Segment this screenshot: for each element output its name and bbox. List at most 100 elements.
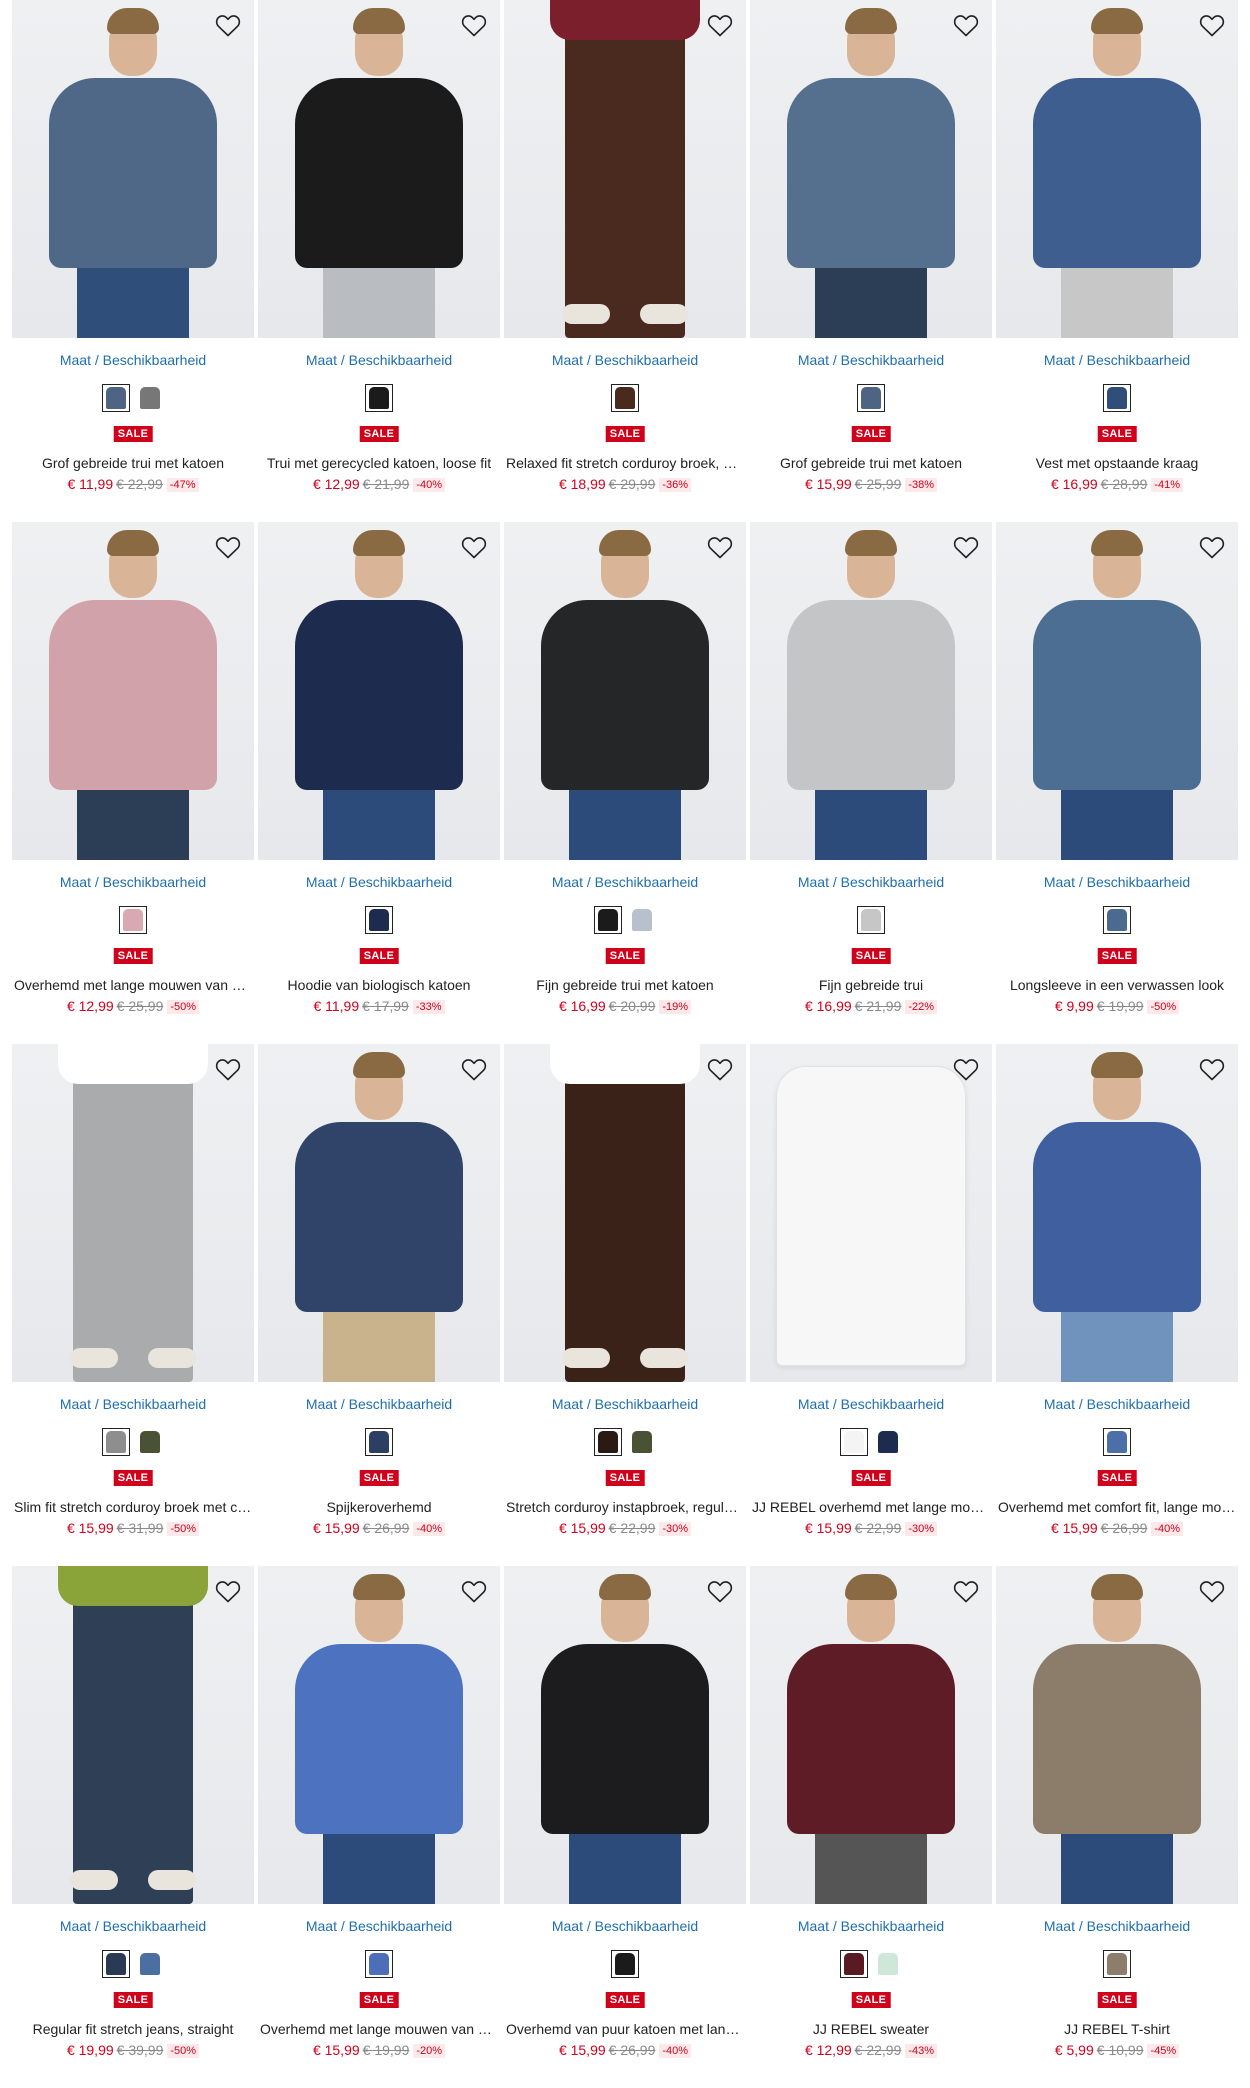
- product-card[interactable]: Maat / Beschikbaarheid SALE Overhemd met c…: [996, 1044, 1238, 1566]
- color-swatch[interactable]: [1103, 906, 1131, 934]
- product-card[interactable]: Maat / Beschikbaarheid SALE Overhemd met l…: [258, 1566, 500, 2088]
- product-card[interactable]: Maat / Beschikbaarheid SALE Grof gebreide …: [750, 0, 992, 522]
- size-availability-link[interactable]: Maat / Beschikbaarheid: [504, 1918, 746, 1934]
- product-card[interactable]: Maat / Beschikbaarheid SALE Relaxed fit st…: [504, 0, 746, 522]
- product-title[interactable]: Relaxed fit stretch corduroy broek, stra…: [504, 455, 746, 471]
- color-swatch[interactable]: [628, 906, 656, 934]
- product-title[interactable]: Overhemd van puur katoen met lange mouwe…: [504, 2021, 746, 2037]
- product-image[interactable]: [750, 0, 992, 338]
- product-card[interactable]: Maat / Beschikbaarheid SALE Overhemd met l…: [12, 522, 254, 1044]
- color-swatch[interactable]: [102, 1428, 130, 1456]
- size-availability-link[interactable]: Maat / Beschikbaarheid: [258, 874, 500, 890]
- product-title[interactable]: Trui met gerecycled katoen, loose fit: [258, 455, 500, 471]
- wishlist-heart-icon[interactable]: [704, 1054, 736, 1086]
- product-image[interactable]: [750, 1044, 992, 1382]
- wishlist-heart-icon[interactable]: [1196, 1054, 1228, 1086]
- size-availability-link[interactable]: Maat / Beschikbaarheid: [504, 352, 746, 368]
- product-card[interactable]: Maat / Beschikbaarheid SALE Regular fit st…: [12, 1566, 254, 2088]
- color-swatch[interactable]: [136, 1950, 164, 1978]
- product-title[interactable]: Grof gebreide trui met katoen: [750, 455, 992, 471]
- product-title[interactable]: Overhemd met comfort fit, lange mouwen: [996, 1499, 1238, 1515]
- product-image[interactable]: [750, 1566, 992, 1904]
- product-card[interactable]: Maat / Beschikbaarheid SALE Spijkeroverhem…: [258, 1044, 500, 1566]
- product-image[interactable]: [996, 0, 1238, 338]
- color-swatch[interactable]: [136, 384, 164, 412]
- color-swatch[interactable]: [874, 1950, 902, 1978]
- size-availability-link[interactable]: Maat / Beschikbaarheid: [258, 1396, 500, 1412]
- color-swatch[interactable]: [840, 1428, 868, 1456]
- size-availability-link[interactable]: Maat / Beschikbaarheid: [996, 1918, 1238, 1934]
- product-title[interactable]: Hoodie van biologisch katoen: [258, 977, 500, 993]
- wishlist-heart-icon[interactable]: [1196, 10, 1228, 42]
- color-swatch[interactable]: [874, 1428, 902, 1456]
- color-swatch[interactable]: [102, 1950, 130, 1978]
- product-card[interactable]: Maat / Beschikbaarheid SALE JJ REBEL sweat…: [750, 1566, 992, 2088]
- product-image[interactable]: [504, 1044, 746, 1382]
- product-card[interactable]: Maat / Beschikbaarheid SALE Fijn gebreide …: [750, 522, 992, 1044]
- wishlist-heart-icon[interactable]: [704, 10, 736, 42]
- product-card[interactable]: Maat / Beschikbaarheid SALE Longsleeve in …: [996, 522, 1238, 1044]
- product-image[interactable]: [504, 522, 746, 860]
- wishlist-heart-icon[interactable]: [950, 10, 982, 42]
- color-swatch[interactable]: [1103, 1950, 1131, 1978]
- size-availability-link[interactable]: Maat / Beschikbaarheid: [12, 1918, 254, 1934]
- size-availability-link[interactable]: Maat / Beschikbaarheid: [750, 874, 992, 890]
- product-title[interactable]: Overhemd met lange mouwen van katoen: [12, 977, 254, 993]
- wishlist-heart-icon[interactable]: [212, 1576, 244, 1608]
- color-swatch[interactable]: [136, 1428, 164, 1456]
- wishlist-heart-icon[interactable]: [212, 1054, 244, 1086]
- size-availability-link[interactable]: Maat / Beschikbaarheid: [996, 874, 1238, 890]
- color-swatch[interactable]: [611, 384, 639, 412]
- product-title[interactable]: Fijn gebreide trui: [750, 977, 992, 993]
- product-title[interactable]: Stretch corduroy instapbroek, regular fi…: [504, 1499, 746, 1515]
- color-swatch[interactable]: [594, 906, 622, 934]
- color-swatch[interactable]: [365, 1428, 393, 1456]
- wishlist-heart-icon[interactable]: [950, 532, 982, 564]
- color-swatch[interactable]: [1103, 1428, 1131, 1456]
- product-image[interactable]: [12, 0, 254, 338]
- product-image[interactable]: [996, 1566, 1238, 1904]
- color-swatch[interactable]: [628, 1428, 656, 1456]
- product-card[interactable]: Maat / Beschikbaarheid SALE Stretch cordur…: [504, 1044, 746, 1566]
- color-swatch[interactable]: [594, 1428, 622, 1456]
- wishlist-heart-icon[interactable]: [458, 1576, 490, 1608]
- wishlist-heart-icon[interactable]: [1196, 1576, 1228, 1608]
- size-availability-link[interactable]: Maat / Beschikbaarheid: [996, 352, 1238, 368]
- product-card[interactable]: Maat / Beschikbaarheid SALE Hoodie van bio…: [258, 522, 500, 1044]
- product-card[interactable]: Maat / Beschikbaarheid SALE Vest met opsta…: [996, 0, 1238, 522]
- product-title[interactable]: Slim fit stretch corduroy broek met comf…: [12, 1499, 254, 1515]
- product-title[interactable]: Longsleeve in een verwassen look: [996, 977, 1238, 993]
- size-availability-link[interactable]: Maat / Beschikbaarheid: [750, 1918, 992, 1934]
- product-image[interactable]: [258, 522, 500, 860]
- color-swatch[interactable]: [611, 1950, 639, 1978]
- product-title[interactable]: Regular fit stretch jeans, straight: [12, 2021, 254, 2037]
- size-availability-link[interactable]: Maat / Beschikbaarheid: [12, 352, 254, 368]
- size-availability-link[interactable]: Maat / Beschikbaarheid: [12, 1396, 254, 1412]
- wishlist-heart-icon[interactable]: [704, 532, 736, 564]
- product-title[interactable]: Fijn gebreide trui met katoen: [504, 977, 746, 993]
- wishlist-heart-icon[interactable]: [458, 532, 490, 564]
- product-image[interactable]: [750, 522, 992, 860]
- color-swatch[interactable]: [102, 384, 130, 412]
- product-card[interactable]: Maat / Beschikbaarheid SALE JJ REBEL overh…: [750, 1044, 992, 1566]
- size-availability-link[interactable]: Maat / Beschikbaarheid: [258, 1918, 500, 1934]
- product-image[interactable]: [258, 0, 500, 338]
- wishlist-heart-icon[interactable]: [950, 1054, 982, 1086]
- wishlist-heart-icon[interactable]: [704, 1576, 736, 1608]
- product-image[interactable]: [996, 522, 1238, 860]
- product-card[interactable]: Maat / Beschikbaarheid SALE Overhemd van p…: [504, 1566, 746, 2088]
- product-title[interactable]: Vest met opstaande kraag: [996, 455, 1238, 471]
- color-swatch[interactable]: [119, 906, 147, 934]
- color-swatch[interactable]: [857, 384, 885, 412]
- wishlist-heart-icon[interactable]: [212, 10, 244, 42]
- size-availability-link[interactable]: Maat / Beschikbaarheid: [504, 1396, 746, 1412]
- wishlist-heart-icon[interactable]: [1196, 532, 1228, 564]
- wishlist-heart-icon[interactable]: [458, 10, 490, 42]
- wishlist-heart-icon[interactable]: [950, 1576, 982, 1608]
- product-card[interactable]: Maat / Beschikbaarheid SALE Slim fit stret…: [12, 1044, 254, 1566]
- size-availability-link[interactable]: Maat / Beschikbaarheid: [504, 874, 746, 890]
- product-title[interactable]: Spijkeroverhemd: [258, 1499, 500, 1515]
- color-swatch[interactable]: [365, 384, 393, 412]
- product-card[interactable]: Maat / Beschikbaarheid SALE Trui met gerec…: [258, 0, 500, 522]
- product-title[interactable]: Grof gebreide trui met katoen: [12, 455, 254, 471]
